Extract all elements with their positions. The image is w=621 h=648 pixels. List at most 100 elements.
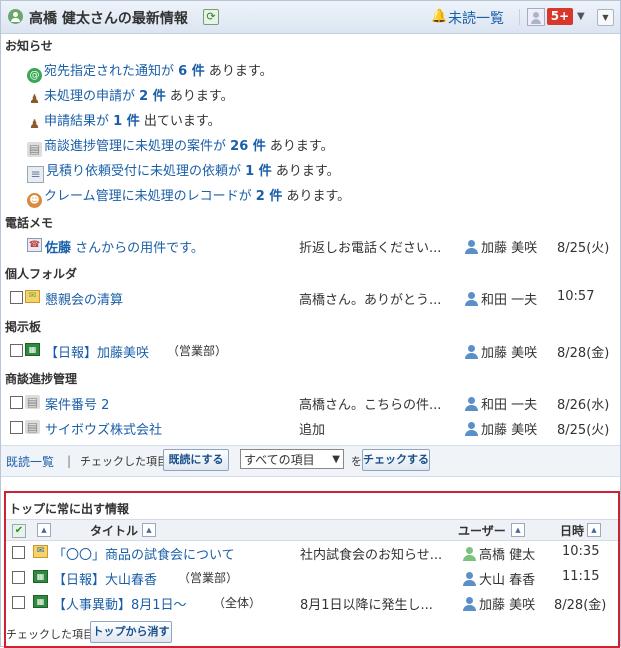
item-title[interactable]: 【日報】加藤美咲: [45, 342, 149, 361]
folder-icon: ▤: [25, 395, 40, 409]
item-snippet: 追加: [299, 423, 326, 438]
mark-read-button[interactable]: 既読にする: [163, 449, 229, 471]
item-title[interactable]: サイボウズ株式会社: [45, 419, 162, 438]
folder-icon: ▤: [25, 420, 40, 434]
user-name: 加藤 美咲: [481, 241, 538, 256]
notification-badge[interactable]: 5+: [547, 8, 573, 25]
section-heading-personal-folder: 個人フォルダ: [5, 267, 78, 281]
item-title[interactable]: 【人事異動】8月1日～: [53, 594, 187, 613]
user-icon: [464, 240, 478, 254]
item-title[interactable]: 案件番号 2: [45, 394, 109, 413]
sort-icon[interactable]: ▲: [511, 523, 525, 537]
table-row[interactable]: ✉ 「〇〇」商品の試食会について 社内試食会のお知らせ... 高橋 健太 10:…: [6, 542, 618, 564]
list-item[interactable]: ▦ 【日報】加藤美咲 （営業部） 加藤 美咲 8/28(金): [1, 340, 620, 362]
list-item[interactable]: ▤ サイボウズ株式会社 追加 加藤 美咲 8/25(火): [1, 417, 620, 439]
list-item[interactable]: ▤ 案件番号 2 高橋さん。こちらの件... 和田 一夫 8/26(水): [1, 392, 620, 414]
item-scope-select[interactable]: すべての項目 ▼: [240, 449, 344, 469]
notice-text: 申請結果が: [44, 114, 110, 129]
item-title[interactable]: 「〇〇」商品の試食会について: [53, 544, 235, 563]
refresh-icon[interactable]: ⟳: [203, 9, 219, 25]
notice-item[interactable]: ☻ クレーム管理に未処理のレコードが 2 件 あります。: [27, 185, 350, 208]
user-icon: [8, 9, 23, 24]
check-button[interactable]: チェックする: [362, 449, 430, 471]
notice-count: 1 件: [113, 114, 140, 129]
item-user[interactable]: 加藤 美咲: [462, 594, 535, 613]
remove-from-top-button[interactable]: トップから消す: [90, 621, 172, 643]
sort-icon[interactable]: ▲: [142, 523, 156, 537]
item-date: 10:35: [562, 544, 600, 559]
portlet-title: 高橋 健太さんの最新情報: [29, 11, 188, 27]
item-snippet: 社内試食会のお知らせ...: [300, 548, 443, 563]
check-all-icon[interactable]: ✔: [12, 524, 26, 538]
portlet-menu-button[interactable]: ▼: [597, 9, 614, 26]
list-item[interactable]: ☎ 佐藤 さんからの用件です。 折返しお電話ください... 加藤 美咲 8/25…: [1, 235, 620, 257]
item-user[interactable]: 加藤 美咲: [464, 419, 537, 438]
notice-item[interactable]: ▤ 商談進捗管理に未処理の案件が 26 件 あります。: [27, 135, 334, 157]
notice-count: 2 件: [139, 89, 166, 104]
item-title[interactable]: 懇親会の清算: [45, 289, 123, 308]
list-item[interactable]: ✉ 懇親会の清算 高橋さん。ありがとう... 和田 一夫 10:57: [1, 287, 620, 309]
phone-memo-icon: ☎: [27, 238, 42, 252]
item-user[interactable]: 和田 一夫: [464, 289, 537, 308]
folder-icon: ▤: [27, 142, 42, 157]
stamp-icon: ♟: [29, 117, 40, 131]
notice-suffix: あります。: [275, 164, 340, 179]
section-heading-notices: お知らせ: [5, 39, 53, 53]
table-row[interactable]: ▦ 【人事異動】8月1日～ （全体） 8月1日以降に発生し... 加藤 美咲 8…: [6, 592, 618, 614]
item-user[interactable]: 高橋 健太: [462, 544, 535, 563]
panel-title: トップに常に出す情報: [9, 502, 130, 516]
user-name: 和田 一夫: [481, 398, 538, 413]
item-checkbox[interactable]: [12, 546, 25, 559]
user-name: 高橋 健太: [479, 548, 536, 563]
item-checkbox[interactable]: [10, 421, 23, 434]
notice-count: 2 件: [255, 189, 283, 204]
table-row[interactable]: ▦ 【日報】大山春香 （営業部） 大山 春香 11:15: [6, 567, 618, 589]
notice-count: 1 件: [245, 164, 272, 179]
notice-item[interactable]: ♟ 未処理の申請が 2 件 あります。: [27, 85, 233, 106]
sort-icon[interactable]: ▲: [587, 523, 601, 537]
notice-text: 商談進捗管理に未処理の案件が: [44, 139, 227, 154]
user-name: 加藤 美咲: [479, 598, 536, 613]
unread-list-link[interactable]: 未読一覧: [448, 8, 504, 28]
portlet-header: 高橋 健太さんの最新情報 ⟳ 🔔 未読一覧 5+ ▼ ▼: [1, 1, 620, 34]
item-title[interactable]: 佐藤 さんからの用件です。: [45, 237, 204, 256]
item-checkbox[interactable]: [10, 396, 23, 409]
user-icon: [462, 572, 476, 586]
user-name: 和田 一夫: [481, 293, 538, 308]
bulletin-icon: ▦: [25, 343, 40, 356]
item-snippet: 高橋さん。ありがとう...: [299, 293, 442, 308]
chevron-down-icon[interactable]: ▼: [577, 11, 585, 22]
item-checkbox[interactable]: [12, 571, 25, 584]
sort-up-icon[interactable]: ▲: [37, 523, 51, 537]
user-name: 加藤 美咲: [481, 346, 538, 361]
item-user[interactable]: 大山 春香: [462, 569, 535, 588]
stamp-icon: ♟: [29, 92, 40, 106]
notice-item[interactable]: ♟ 申請結果が 1 件 出ています。: [27, 110, 221, 131]
item-date: 8/26(水): [557, 398, 610, 413]
item-user[interactable]: 加藤 美咲: [464, 237, 537, 256]
item-date: 8/28(金): [554, 598, 607, 613]
notice-text: クレーム管理に未処理のレコードが: [44, 189, 252, 204]
item-checkbox[interactable]: [10, 344, 23, 357]
item-snippet: 折返しお電話ください...: [299, 241, 442, 256]
read-list-link[interactable]: 既読一覧: [6, 453, 54, 470]
item-category: （営業部）: [167, 344, 228, 358]
divider: |: [67, 454, 72, 468]
item-user[interactable]: 和田 一夫: [464, 394, 537, 413]
notice-suffix: 出ています。: [143, 114, 221, 129]
item-checkbox[interactable]: [10, 291, 23, 304]
column-header-title: タイトル: [90, 524, 139, 538]
avatar[interactable]: [527, 8, 545, 26]
item-title[interactable]: 【日報】大山春香: [53, 569, 157, 588]
user-name: 加藤 美咲: [481, 423, 538, 438]
item-date: 8/25(火): [557, 241, 610, 256]
item-user[interactable]: 加藤 美咲: [464, 342, 537, 361]
item-checkbox[interactable]: [12, 596, 25, 609]
item-snippet: 8月1日以降に発生し...: [300, 598, 433, 613]
notice-item[interactable]: @ 宛先指定された通知が 6 件 あります。: [27, 60, 273, 83]
notice-item[interactable]: ≡ 見積り依頼受付に未処理の依頼が 1 件 あります。: [27, 160, 340, 183]
notice-count: 6 件: [178, 64, 205, 79]
chevron-down-icon: ▼: [332, 454, 340, 465]
bulletin-icon: ▦: [33, 570, 48, 583]
user-icon: [464, 422, 478, 436]
